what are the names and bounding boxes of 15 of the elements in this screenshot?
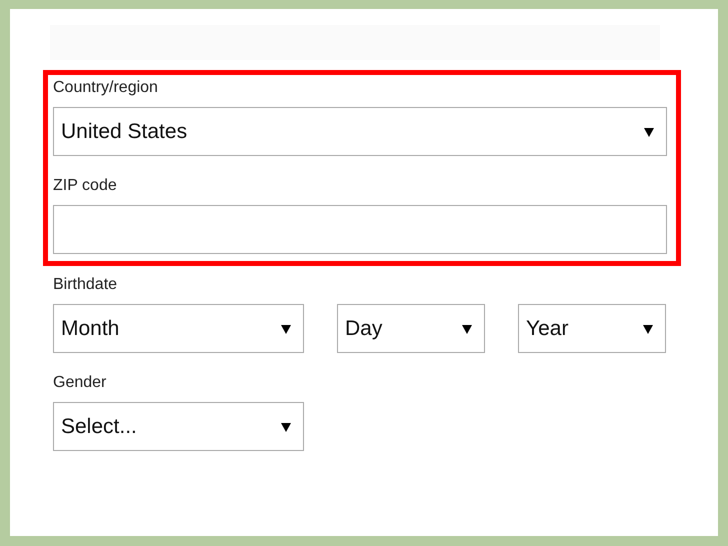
dropdown[interactable]: Day bbox=[337, 304, 485, 353]
field-label: ZIP code bbox=[53, 176, 118, 196]
caret-icon bbox=[281, 324, 291, 334]
dropdown[interactable]: Select... bbox=[53, 402, 304, 451]
field-label: Birthdate bbox=[53, 275, 118, 295]
dropdown[interactable]: Month bbox=[53, 304, 304, 353]
caret-icon bbox=[462, 324, 472, 334]
caret-icon bbox=[281, 422, 291, 432]
field-label: Country/region bbox=[53, 78, 159, 98]
field-label: Gender bbox=[53, 373, 108, 393]
dropdown[interactable]: United States bbox=[53, 107, 667, 156]
caret-icon bbox=[643, 324, 653, 334]
dropdown[interactable]: Year bbox=[518, 304, 666, 353]
caret-icon bbox=[644, 126, 654, 136]
input-field[interactable] bbox=[53, 205, 667, 254]
